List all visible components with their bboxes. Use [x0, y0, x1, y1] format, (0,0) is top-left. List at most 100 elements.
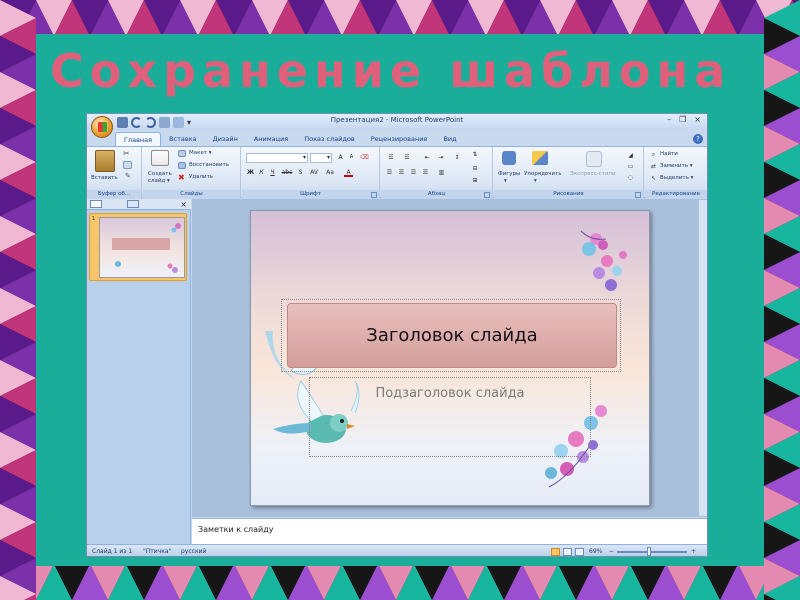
- customize-qat-icon[interactable]: ▾: [187, 117, 193, 128]
- layout-button[interactable]: Макет ▾: [189, 150, 212, 157]
- tab-slideshow[interactable]: Показ слайдов: [296, 132, 363, 146]
- font-size-combo[interactable]: ▾: [310, 153, 332, 163]
- slide-canvas[interactable]: Заголовок слайда Подзаголовок слайда: [250, 210, 650, 506]
- reset-button[interactable]: Восстановить: [189, 162, 229, 169]
- ribbon: Вставить ✂ ✎ Буфер об... Создать слайд ▾…: [87, 146, 707, 199]
- zoom-out-button[interactable]: −: [609, 548, 614, 555]
- arrange-icon[interactable]: [532, 151, 548, 165]
- tab-home[interactable]: Главная: [115, 132, 162, 146]
- copy-icon[interactable]: [123, 161, 132, 169]
- save-icon[interactable]: [117, 116, 128, 128]
- ribbon-tabs: Главная Вставка Дизайн Анимация Показ сл…: [115, 132, 465, 146]
- font-color-button[interactable]: A: [344, 168, 353, 177]
- shapes-icon[interactable]: [502, 151, 516, 165]
- columns-icon[interactable]: ▥: [437, 168, 446, 177]
- paragraph-label: Абзац: [381, 190, 492, 199]
- delete-icon[interactable]: ✖: [178, 174, 186, 182]
- clear-format-icon[interactable]: ⌫: [360, 153, 369, 162]
- maximize-button[interactable]: ❐: [679, 115, 686, 124]
- quick-print-icon[interactable]: [173, 116, 184, 128]
- align-left-icon[interactable]: ☰: [385, 168, 394, 177]
- slideshow-view-button[interactable]: [575, 548, 584, 556]
- format-painter-icon[interactable]: ✎: [125, 172, 132, 180]
- reset-icon[interactable]: [178, 162, 186, 169]
- dialog-launcher-icon[interactable]: [484, 192, 490, 198]
- new-slide-icon[interactable]: [151, 150, 169, 166]
- font-name-combo[interactable]: ▾: [246, 153, 308, 163]
- dialog-launcher-icon[interactable]: [635, 192, 641, 198]
- zoom-in-button[interactable]: +: [691, 548, 696, 555]
- zoom-level[interactable]: 69%: [589, 548, 602, 555]
- bold-button[interactable]: Ж: [246, 168, 255, 177]
- slide-thumbnail[interactable]: 1: [89, 213, 187, 281]
- increase-indent-icon[interactable]: ⇥: [435, 153, 447, 162]
- office-button[interactable]: [91, 116, 113, 138]
- close-icon[interactable]: ×: [180, 199, 187, 210]
- dialog-launcher-icon[interactable]: [371, 192, 377, 198]
- change-case-button[interactable]: Aa: [324, 168, 336, 177]
- shadow-button[interactable]: S: [296, 168, 305, 177]
- quick-styles-icon[interactable]: [586, 151, 602, 167]
- layout-icon[interactable]: [178, 150, 186, 157]
- help-icon[interactable]: ?: [693, 134, 703, 144]
- smartart-icon[interactable]: ⊞: [469, 176, 481, 185]
- italic-button[interactable]: К: [257, 168, 266, 177]
- slides-tab-icon[interactable]: [90, 200, 102, 208]
- find-icon[interactable]: ⌕: [649, 150, 658, 159]
- underline-button[interactable]: Ч: [268, 168, 277, 177]
- shape-outline-icon[interactable]: ▭: [626, 162, 635, 171]
- strikethrough-button[interactable]: abc: [280, 168, 294, 177]
- decrease-indent-icon[interactable]: ⇤: [421, 153, 433, 162]
- char-spacing-button[interactable]: AV: [308, 168, 320, 177]
- align-text-icon[interactable]: ⊟: [469, 164, 481, 173]
- close-button[interactable]: ×: [694, 115, 701, 124]
- align-center-icon[interactable]: ☰: [397, 168, 406, 177]
- redo-icon[interactable]: [145, 116, 156, 128]
- line-spacing-icon[interactable]: ↕: [451, 153, 463, 162]
- select-icon[interactable]: ↖: [649, 174, 658, 183]
- tab-design[interactable]: Дизайн: [205, 132, 246, 146]
- zoom-slider[interactable]: [617, 551, 687, 553]
- numbering-icon[interactable]: ☰: [401, 153, 413, 162]
- bullets-icon[interactable]: ☰: [385, 153, 397, 162]
- shape-fill-icon[interactable]: ◢: [626, 151, 635, 160]
- shape-effects-icon[interactable]: ◌: [626, 173, 635, 182]
- tab-insert[interactable]: Вставка: [161, 132, 205, 146]
- shapes-button[interactable]: Фигуры: [498, 171, 520, 178]
- paste-button[interactable]: Вставить: [91, 175, 118, 182]
- align-right-icon[interactable]: ☰: [409, 168, 418, 177]
- print-preview-icon[interactable]: [159, 116, 170, 128]
- outline-tab-icon[interactable]: [127, 200, 139, 208]
- new-slide-label-2[interactable]: слайд ▾: [148, 178, 170, 185]
- vertical-scrollbar[interactable]: [698, 200, 707, 516]
- title-placeholder[interactable]: Заголовок слайда: [287, 303, 617, 368]
- quick-styles-button[interactable]: Экспресс-стили: [570, 171, 616, 178]
- normal-view-button[interactable]: [551, 548, 560, 556]
- minimize-button[interactable]: –: [667, 115, 671, 124]
- notes-area[interactable]: Заметки к слайду: [192, 518, 707, 544]
- zoom-slider-thumb[interactable]: [647, 547, 651, 556]
- grow-font-button[interactable]: A: [336, 153, 345, 162]
- find-button[interactable]: Найти: [660, 151, 678, 158]
- tab-view[interactable]: Вид: [435, 132, 464, 146]
- justify-icon[interactable]: ☰: [421, 168, 430, 177]
- tab-animation[interactable]: Анимация: [246, 132, 296, 146]
- select-button[interactable]: Выделить ▾: [660, 175, 693, 182]
- delete-button[interactable]: Удалить: [189, 174, 213, 181]
- shrink-font-button[interactable]: A: [347, 153, 356, 162]
- arrange-button[interactable]: Упорядочить: [524, 171, 562, 178]
- paste-icon[interactable]: [95, 150, 115, 172]
- replace-button[interactable]: Заменить ▾: [660, 163, 693, 170]
- tab-review[interactable]: Рецензирование: [363, 132, 436, 146]
- slide-sorter-view-button[interactable]: [563, 548, 572, 556]
- subtitle-placeholder[interactable]: Подзаголовок слайда: [309, 377, 591, 457]
- cut-icon[interactable]: ✂: [123, 150, 132, 158]
- status-bar: Слайд 1 из 1 "Птичка" русский 69% − +: [87, 544, 707, 556]
- undo-icon[interactable]: [131, 116, 142, 128]
- text-direction-icon[interactable]: ⇅: [469, 150, 481, 159]
- new-slide-label-1[interactable]: Создать: [148, 171, 172, 178]
- replace-icon[interactable]: ⇄: [649, 162, 658, 171]
- language-indicator[interactable]: русский: [181, 548, 206, 555]
- office-logo-icon: [98, 122, 107, 132]
- slide-editing-area: Заголовок слайда Подзаголовок слайда: [192, 199, 707, 517]
